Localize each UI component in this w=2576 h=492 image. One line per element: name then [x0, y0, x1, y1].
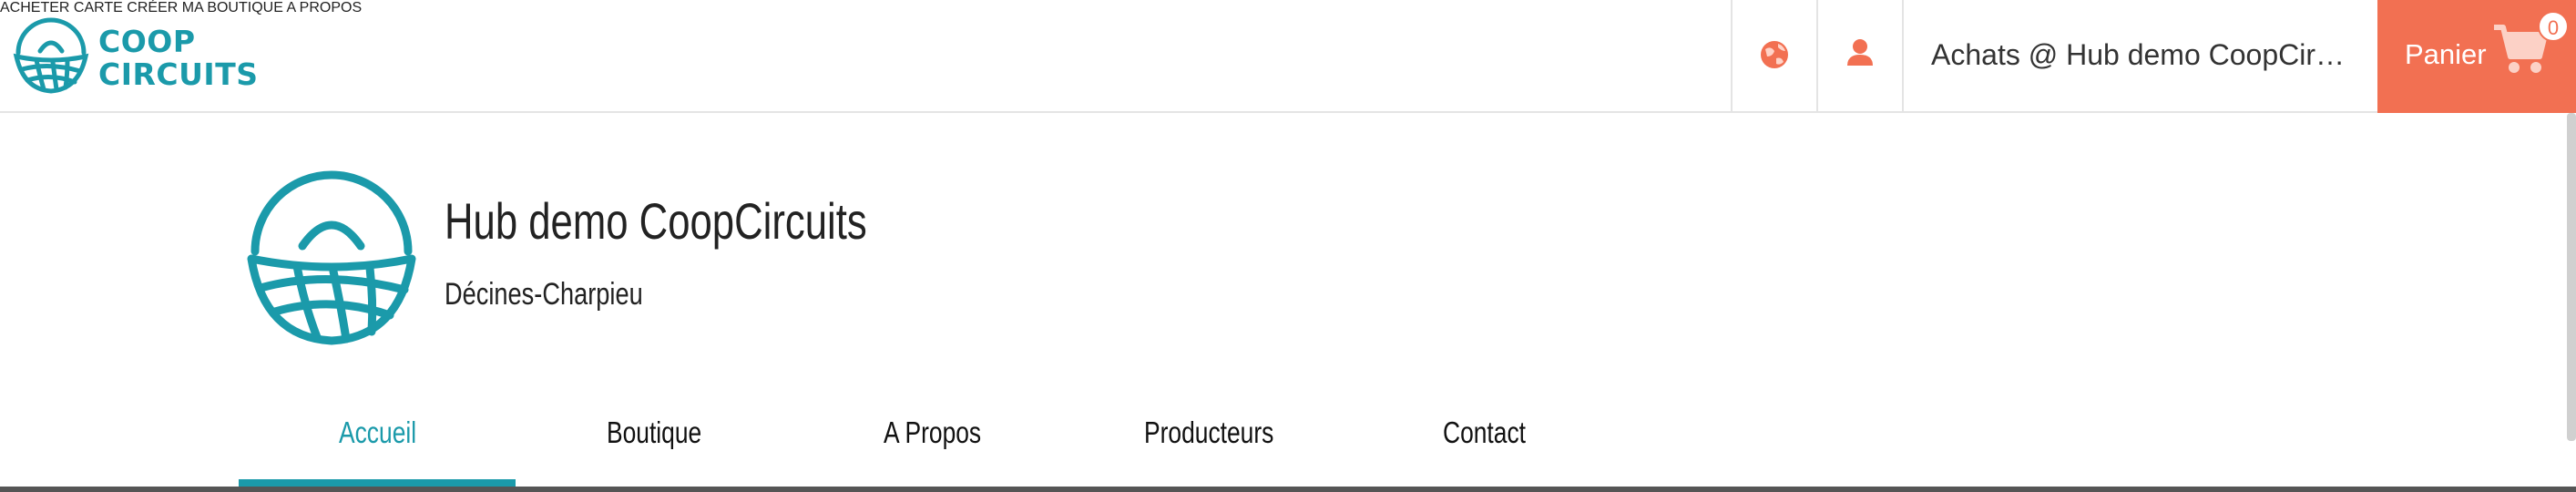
tab-a-propos[interactable]: A Propos [884, 415, 981, 450]
cart-button[interactable]: Panier 0 [2377, 0, 2576, 113]
brand-wordmark: COOP CIRCUITS [98, 26, 258, 91]
nav-divider [1731, 0, 1733, 111]
brand-logo[interactable]: COOP CIRCUITS [13, 15, 258, 98]
nav-item-acheter[interactable]: ACHETER [0, 0, 69, 15]
vertical-scrollbar[interactable] [2567, 113, 2576, 441]
nav-divider [1816, 0, 1818, 111]
nav-item-a-propos[interactable]: A PROPOS [286, 0, 362, 15]
top-navbar: COOP CIRCUITS ACHETER CARTE CRÉER MA BOU… [0, 0, 2576, 113]
brand-line-2: CIRCUITS [98, 56, 259, 92]
brand-line-1: COOP [98, 24, 196, 59]
nav-divider [1902, 0, 1904, 111]
tab-producteurs[interactable]: Producteurs [1144, 415, 1273, 450]
tab-contact[interactable]: Contact [1443, 415, 1526, 450]
cart-label: Panier [2405, 38, 2487, 70]
nav-item-carte[interactable]: CARTE [74, 0, 123, 15]
tabs-bottom-border [0, 487, 2576, 492]
basket-logo-icon [13, 17, 89, 94]
hub-selector[interactable]: Achats @ Hub demo CoopCircuits [1931, 38, 2346, 72]
hub-title: Hub demo CoopCircuits [445, 192, 867, 250]
user-icon[interactable] [1842, 35, 1878, 75]
hub-basket-logo-icon [247, 170, 416, 345]
globe-icon[interactable] [1756, 35, 1793, 75]
hub-location: Décines-Charpieu [445, 277, 643, 312]
nav-item-creer-boutique[interactable]: CRÉER MA BOUTIQUE [127, 0, 283, 15]
tab-accueil[interactable]: Accueil [339, 415, 416, 450]
cart-count-badge: 0 [2538, 11, 2569, 42]
tab-boutique[interactable]: Boutique [607, 415, 701, 450]
